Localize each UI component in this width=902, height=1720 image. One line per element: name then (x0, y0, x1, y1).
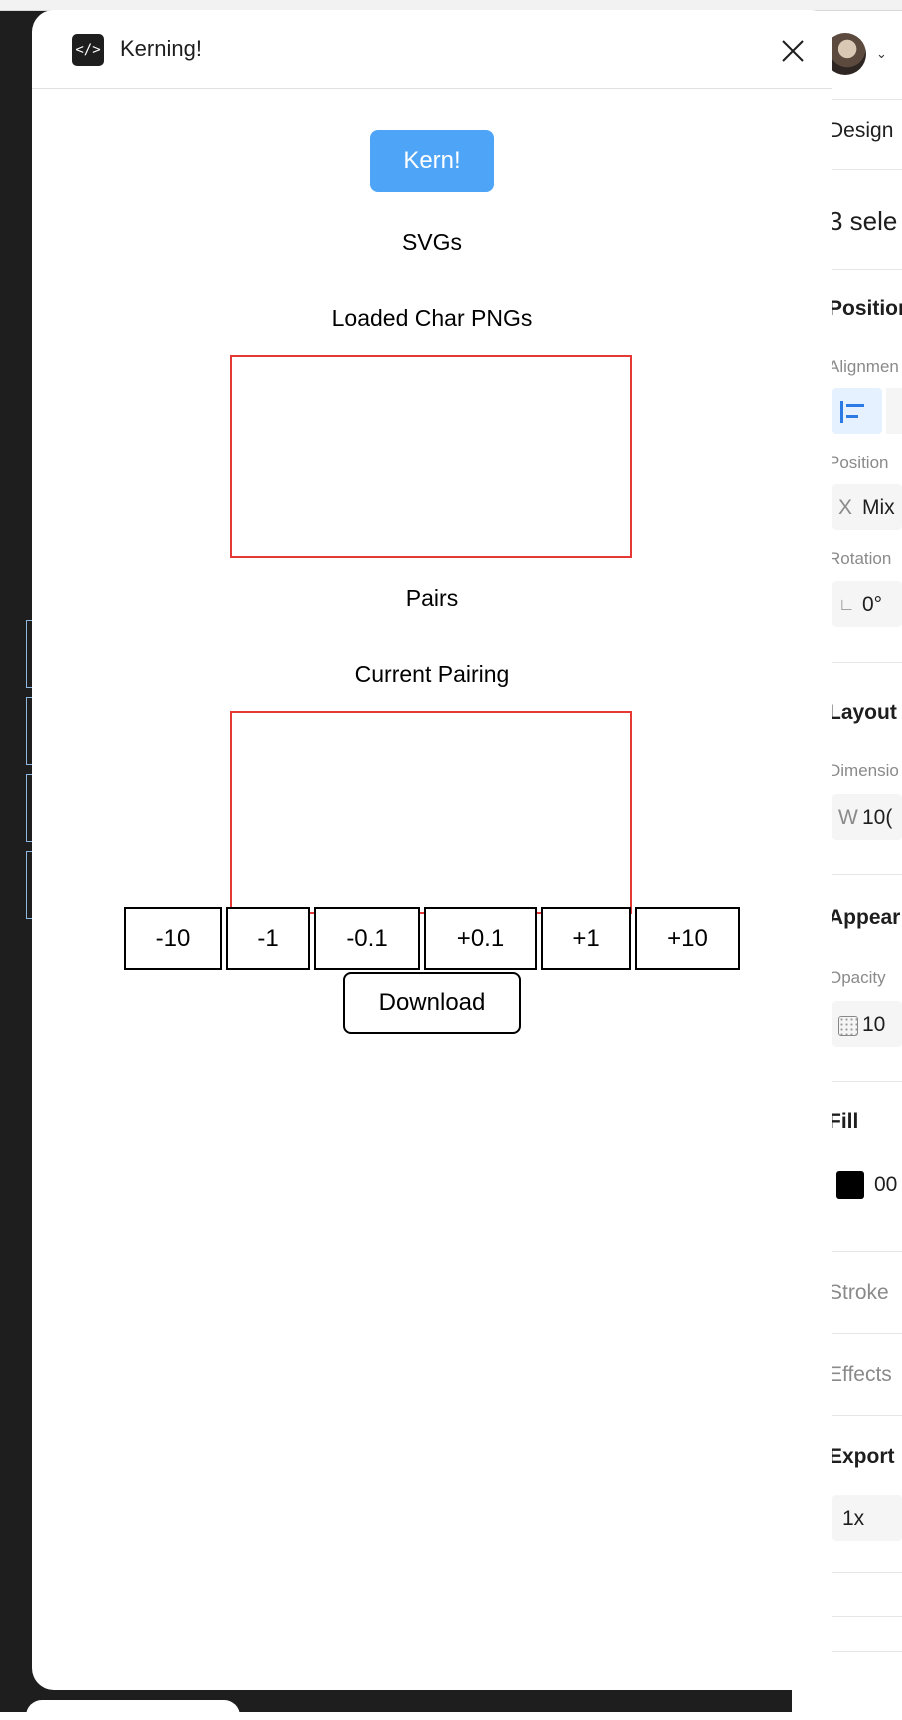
angle-icon: ∟ (838, 595, 855, 614)
effects-section-title[interactable]: Effects (828, 1363, 892, 1387)
kern-minus-1-button[interactable]: -1 (226, 907, 310, 970)
fill-hex-value[interactable]: 00 (874, 1173, 897, 1197)
x-position-value: Mix (862, 496, 895, 519)
position-label: Position (828, 453, 889, 472)
rotation-value: 0° (862, 593, 883, 616)
width-axis-label: W (838, 806, 858, 829)
opacity-value: 10 (862, 1013, 886, 1036)
kern-plus-1-button[interactable]: +1 (541, 907, 631, 970)
alignment-label: Alignmen (828, 357, 899, 376)
current-pairing-heading: Current Pairing (354, 661, 510, 687)
export-section-title: Export (828, 1445, 895, 1468)
opacity-icon (838, 1016, 858, 1036)
x-axis-label: X (838, 496, 853, 519)
kern-minus-10-button[interactable]: -10 (124, 907, 222, 970)
rotation-label: Rotation (828, 549, 892, 568)
modal-title: Kerning! (120, 36, 202, 61)
pairs-heading: Pairs (405, 585, 459, 611)
align-left-button[interactable] (832, 388, 882, 434)
code-icon: </> (72, 34, 104, 66)
layout-section-title: Layout (828, 701, 897, 724)
position-section-title: Position (828, 297, 902, 320)
kern-plus-0-1-button[interactable]: +0.1 (424, 907, 537, 970)
svgs-heading: SVGs (401, 229, 463, 255)
export-scale-value: 1x (842, 1507, 865, 1530)
design-panel: ⌄ Design 3 sele Position Alignmen Positi… (824, 11, 902, 1712)
selection-count: 3 sele (828, 206, 898, 236)
current-pairing-container (230, 711, 632, 914)
close-button[interactable] (776, 34, 810, 68)
fill-section-title: Fill (828, 1110, 859, 1133)
x-position-field[interactable]: X Mix (832, 484, 902, 530)
canvas-bottom-toolbar (26, 1700, 240, 1720)
align-left-icon (840, 401, 843, 423)
close-icon (782, 40, 804, 62)
kern-minus-0-1-button[interactable]: -0.1 (314, 907, 420, 970)
fill-color-swatch[interactable] (836, 1171, 864, 1199)
modal-header: </> Kerning! (32, 10, 832, 89)
opacity-label: Opacity (828, 968, 886, 987)
loaded-char-pngs-heading: Loaded Char PNGs (331, 305, 533, 331)
tab-design[interactable]: Design (828, 119, 893, 143)
kern-button[interactable]: Kern! (370, 130, 494, 192)
chevron-down-icon[interactable]: ⌄ (876, 46, 887, 62)
export-scale-field[interactable]: 1x (832, 1495, 902, 1541)
width-field[interactable]: W 10( (832, 794, 902, 840)
plugin-modal: </> Kerning! Kern! SVGs Loaded Char PNGs… (32, 10, 832, 1690)
download-button[interactable]: Download (343, 972, 521, 1034)
width-value: 10( (862, 806, 893, 829)
appearance-section-title: Appear (828, 906, 901, 929)
align-center-button[interactable] (886, 388, 902, 434)
kern-plus-10-button[interactable]: +10 (635, 907, 740, 970)
loaded-pngs-container (230, 355, 632, 558)
rotation-field[interactable]: ∟ 0° (832, 581, 902, 627)
stroke-section-title[interactable]: Stroke (828, 1281, 889, 1305)
dimensions-label: Dimensio (828, 761, 899, 780)
